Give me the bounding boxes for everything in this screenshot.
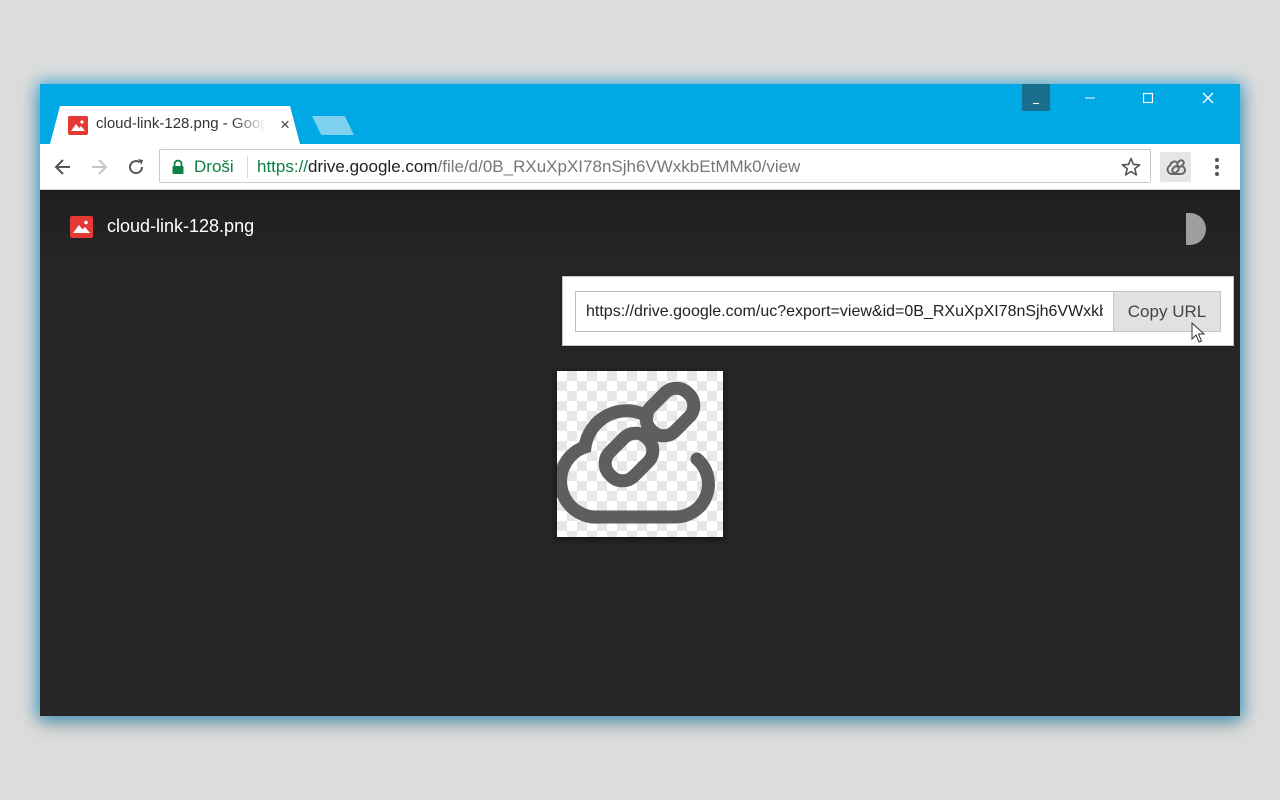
browser-tab[interactable]: cloud-link-128.png - Google Drive ×	[50, 106, 300, 144]
browser-window: cloud-link-128.png - Google Drive ×	[40, 84, 1240, 716]
direct-url-field[interactable]	[575, 291, 1113, 332]
lock-icon	[172, 159, 184, 174]
reload-icon	[129, 159, 144, 175]
viewer-header: cloud-link-128.png	[40, 191, 1240, 271]
url-path: /file/d/0B_RXuXpXI78nSjh6VWxkbEtMMk0/vie…	[437, 157, 801, 176]
close-window-button[interactable]	[1186, 84, 1230, 112]
window-indicator	[1022, 84, 1050, 111]
minimize-icon	[1085, 97, 1095, 99]
url-host: drive.google.com	[308, 157, 438, 176]
avatar[interactable]	[1186, 213, 1206, 245]
tab-close-icon[interactable]: ×	[276, 115, 294, 135]
maximize-icon	[1142, 92, 1154, 104]
back-button[interactable]	[51, 156, 75, 178]
more-vert-icon	[1215, 158, 1219, 176]
address-bar[interactable]: Droši https://drive.google.com/file/d/0B…	[159, 149, 1151, 183]
title-bar: cloud-link-128.png - Google Drive ×	[40, 84, 1240, 144]
file-viewer: cloud-link-128.png	[40, 191, 1240, 716]
forward-button[interactable]	[87, 156, 111, 178]
browser-toolbar: Droši https://drive.google.com/file/d/0B…	[40, 144, 1240, 190]
url-scheme: https://	[257, 157, 309, 176]
address-separator	[247, 156, 248, 178]
mouse-cursor-icon	[1191, 322, 1206, 343]
copy-url-popup: Copy URL	[562, 276, 1234, 346]
forward-arrow-icon	[92, 159, 108, 175]
bookmark-star-icon[interactable]	[1120, 156, 1142, 178]
preview-image	[554, 371, 723, 537]
browser-menu-button[interactable]	[1204, 154, 1230, 180]
minimize-button[interactable]	[1068, 84, 1112, 112]
cloud-link-extension-button[interactable]	[1160, 152, 1191, 182]
tab-title: cloud-link-128.png - Google Drive	[96, 115, 266, 132]
url-text[interactable]: https://drive.google.com/file/d/0B_RXuXp…	[257, 157, 800, 177]
cloud-link-icon	[1166, 159, 1186, 175]
image-file-icon	[68, 116, 88, 135]
secure-label[interactable]: Droši	[194, 157, 234, 177]
close-icon	[1202, 92, 1214, 104]
reload-button[interactable]	[124, 156, 148, 178]
image-file-icon	[70, 216, 93, 238]
file-title: cloud-link-128.png	[107, 216, 255, 236]
back-arrow-icon	[54, 159, 70, 175]
cloud-link-icon	[554, 381, 715, 524]
new-tab-button[interactable]	[312, 116, 354, 135]
maximize-button[interactable]	[1126, 84, 1170, 112]
